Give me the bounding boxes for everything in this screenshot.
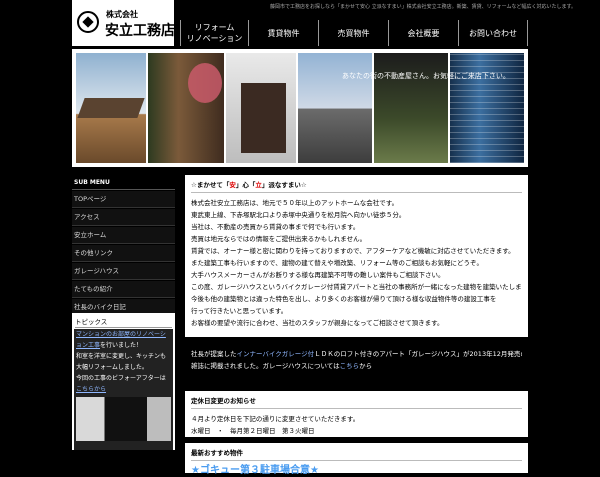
intro-line: 行って行きたいと思っています。: [191, 307, 288, 315]
intro-line: 今後も他の建築物とは違った特色を出し、より多くのお客様が帰りて頂ける様な収益物件…: [191, 295, 497, 303]
intro-line: 賃貸では、オーナー様と密に関わりを持っておりますので、アフターケアなど機敏に対応…: [191, 247, 515, 255]
sidebar-item-access[interactable]: アクセス: [72, 209, 175, 226]
hero-photo-garden: [374, 53, 448, 163]
holiday-line2: 水曜日 ・ 毎月第２日曜日 第３火曜日: [191, 427, 315, 435]
intro-line: 当社は、不動産の売買から賃貸の事まで何でも行います。: [191, 223, 360, 231]
nav-contact[interactable]: お問い合わせ: [458, 20, 528, 46]
sidebar-item-top[interactable]: TOPページ: [72, 191, 175, 208]
intro-heading: ☆まかせて「安」心「立」派なすまい☆: [191, 179, 522, 193]
hero-photo-modern: [298, 53, 372, 163]
main-nav: リフォーム リノベーション 賃貸物件 売買物件 会社概要 お問い合わせ: [180, 20, 528, 46]
topics-link-beforeafter[interactable]: こちらから: [76, 386, 106, 393]
recommend-title: 最新おすすめ物件: [191, 447, 522, 461]
logo-line1: 株式会社: [106, 10, 138, 19]
intro-line: この度、ガレージハウスというバイクガレージ付賃貸アパートと当社の事務所が一緒にな…: [191, 283, 522, 291]
intro-box: ☆まかせて「安」心「立」派なすまい☆ 株式会社安立工務店は、地元で５０年以上のア…: [185, 175, 528, 337]
news-block: 社長が提案したインナーバイクガレージ付ＬＤＫのロフト付きのアパート「ガレージハウ…: [185, 345, 528, 385]
company-logo[interactable]: 株式会社 安立工務店: [72, 0, 175, 46]
logo-mark-icon: [77, 11, 99, 33]
nav-rental[interactable]: 賃貸物件: [248, 20, 318, 46]
hero-photo-wood: [148, 53, 224, 163]
holiday-line1: ４月より定休日を下記の通りに変更させていただきます。: [191, 415, 360, 423]
news-link-garage[interactable]: インナーバイクガレージ付: [237, 350, 315, 358]
topics-line2: 和室を洋室に変更し、キッチンも大幅リフォームしました。: [76, 353, 167, 371]
sidebar: SUB MENU TOPページ アクセス 安立ホーム その他リンク ガレージハウ…: [72, 177, 175, 316]
intro-line: 東武東上線、下赤塚駅北口より赤塚中央通りを松月院へ向かい徒歩５分。: [191, 211, 406, 219]
nav-reform[interactable]: リフォーム リノベーション: [180, 20, 248, 46]
logo-line2: 安立工務店: [105, 23, 175, 39]
hero-photo-house: [76, 53, 146, 163]
intro-line: 株式会社安立工務店は、地元で５０年以上のアットホームな会社です。: [191, 199, 399, 207]
holiday-box: 定休日変更のお知らせ ４月より定休日を下記の通りに変更させていただきます。 水曜…: [185, 391, 528, 437]
nav-sale[interactable]: 売買物件: [318, 20, 388, 46]
news-link-here[interactable]: こちら: [340, 362, 360, 370]
main-content: ☆まかせて「安」心「立」派なすまい☆ 株式会社安立工務店は、地元で５０年以上のア…: [185, 175, 528, 476]
hero-caption: あなたの街の不動産屋さん。お気軽にご来店下さい。: [342, 72, 510, 80]
topics-box: トピックス マンションのお部屋のリノベーション工事を行いました！ 和室を洋室に変…: [72, 313, 175, 450]
intro-line: また建築工事も行いますので、建物の建て替えや増改築、リフォーム等のご相談もお気軽…: [191, 259, 484, 267]
header-tagline: 藤岡市で工務店をお探しなら「まかせて安心 立派なすまい」株式会社安立工務店。新築…: [270, 4, 576, 10]
topics-body: マンションのお部屋のリノベーション工事を行いました！ 和室を洋室に変更し、キッチ…: [74, 329, 173, 450]
recommend-scroll[interactable]: ★ゴキュー第３駐車場合意★: [191, 465, 522, 477]
hero-photo-building: [226, 53, 296, 163]
intro-line: 売買は地元ならではの情報をご提供出来るかもしれません。: [191, 235, 367, 243]
sidebar-item-garage[interactable]: ガレージハウス: [72, 263, 175, 280]
sidebar-item-home[interactable]: 安立ホーム: [72, 227, 175, 244]
holiday-title: 定休日変更のお知らせ: [191, 395, 522, 409]
topics-photo: [76, 397, 171, 441]
intro-line: お客様の要望や流行に合わせ、当社のスタッフが親身になってご相談させて頂きます。: [191, 319, 444, 327]
sidebar-item-links[interactable]: その他リンク: [72, 245, 175, 262]
sidebar-item-buildings[interactable]: たてもの紹介: [72, 281, 175, 298]
topics-title: トピックス: [75, 317, 172, 328]
hero-banner: あなたの街の不動産屋さん。お気軽にご来店下さい。: [72, 49, 528, 167]
sidebar-title: SUB MENU: [72, 177, 175, 190]
hero-photo-glass: [450, 53, 524, 163]
intro-line: 大手ハウスメーカーさんがお断りする様な再建築不可等の難しい案件もご相談下さい。: [191, 271, 445, 279]
recommend-box: 最新おすすめ物件 ★ゴキュー第３駐車場合意★: [185, 443, 528, 476]
nav-company[interactable]: 会社概要: [388, 20, 458, 46]
